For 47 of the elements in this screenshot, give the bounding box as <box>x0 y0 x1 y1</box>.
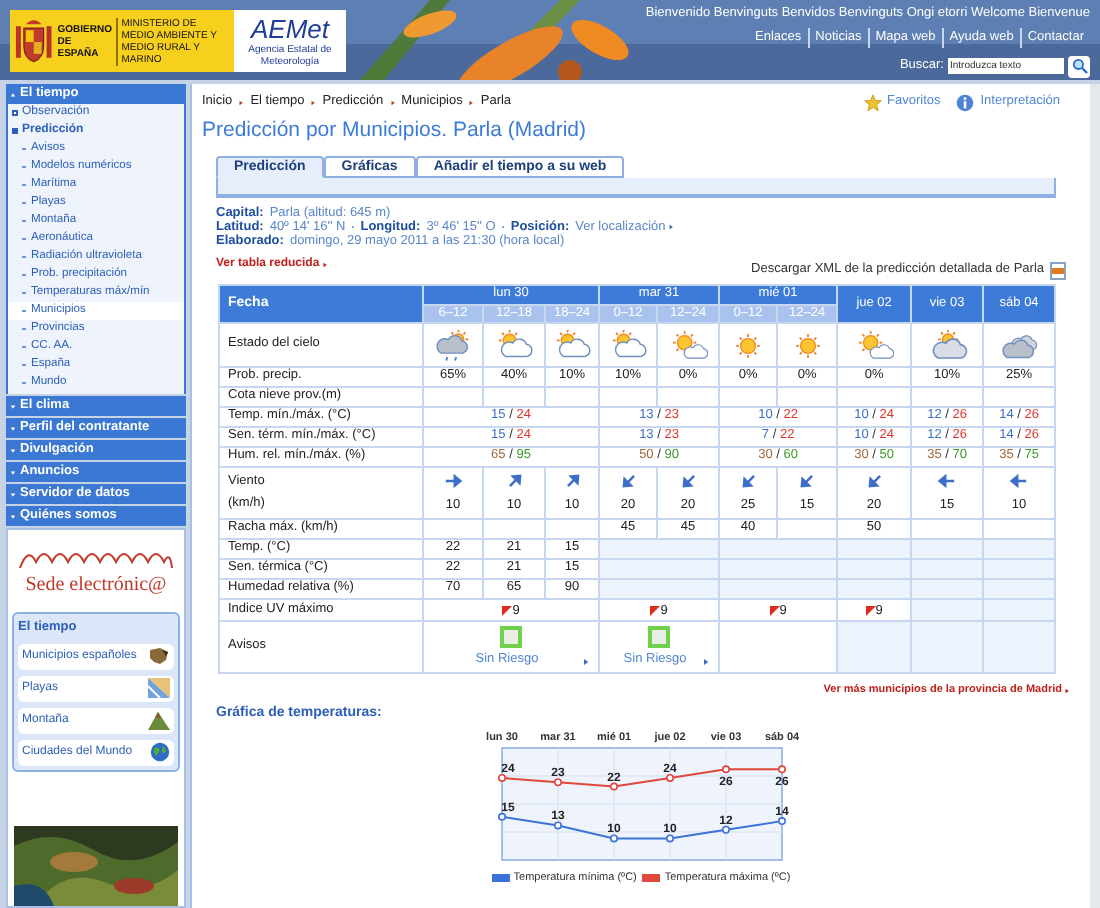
data-point <box>609 833 617 842</box>
caret-icon <box>10 403 16 409</box>
data-point <box>609 782 617 791</box>
flag-icon <box>502 605 513 615</box>
data-point <box>665 773 673 782</box>
data-point <box>721 825 729 834</box>
legend-swatch <box>642 873 661 882</box>
caret-icon <box>10 447 16 453</box>
search-icon <box>1071 58 1087 74</box>
caret-icon <box>10 469 16 475</box>
breadcrumb-separator-icon <box>310 99 317 105</box>
caret-icon <box>10 491 16 497</box>
map-icon <box>148 646 170 667</box>
data-point <box>777 816 785 825</box>
data-point <box>497 812 505 821</box>
agency-logo-text: AEMet <box>250 15 329 43</box>
sede-title: Sede electrónic@ <box>25 572 167 600</box>
caret-icon <box>10 425 16 431</box>
flag-icon <box>650 605 661 615</box>
caret-icon <box>10 513 16 519</box>
page-title: Predicción por Municipios. Parla (Madrid) <box>202 118 588 144</box>
warning-level-icon <box>648 626 671 649</box>
caret-icon <box>321 262 328 268</box>
info-icon <box>956 93 975 111</box>
mountain-icon <box>148 710 170 731</box>
breadcrumb-separator-icon <box>238 99 245 105</box>
legend-swatch <box>491 873 510 882</box>
data-point <box>553 777 561 786</box>
breadcrumb-separator-icon <box>468 99 475 105</box>
beach-icon <box>148 678 170 699</box>
data-point <box>497 773 505 782</box>
data-point <box>721 764 729 773</box>
warning-level-icon <box>500 626 522 649</box>
coat-of-arms-drawing <box>14 15 54 67</box>
caret-icon <box>10 91 16 97</box>
data-point <box>553 820 561 829</box>
star-icon <box>863 93 882 111</box>
flag-icon <box>769 605 780 615</box>
data-point <box>777 764 785 773</box>
breadcrumb-separator-icon <box>389 99 396 105</box>
search-button[interactable] <box>1068 55 1090 77</box>
caret-icon <box>1064 687 1070 694</box>
xml-file-icon <box>1050 261 1066 280</box>
flag-icon <box>865 605 876 615</box>
globe-icon <box>150 742 170 763</box>
caret-icon <box>667 224 674 230</box>
data-point <box>665 833 673 842</box>
